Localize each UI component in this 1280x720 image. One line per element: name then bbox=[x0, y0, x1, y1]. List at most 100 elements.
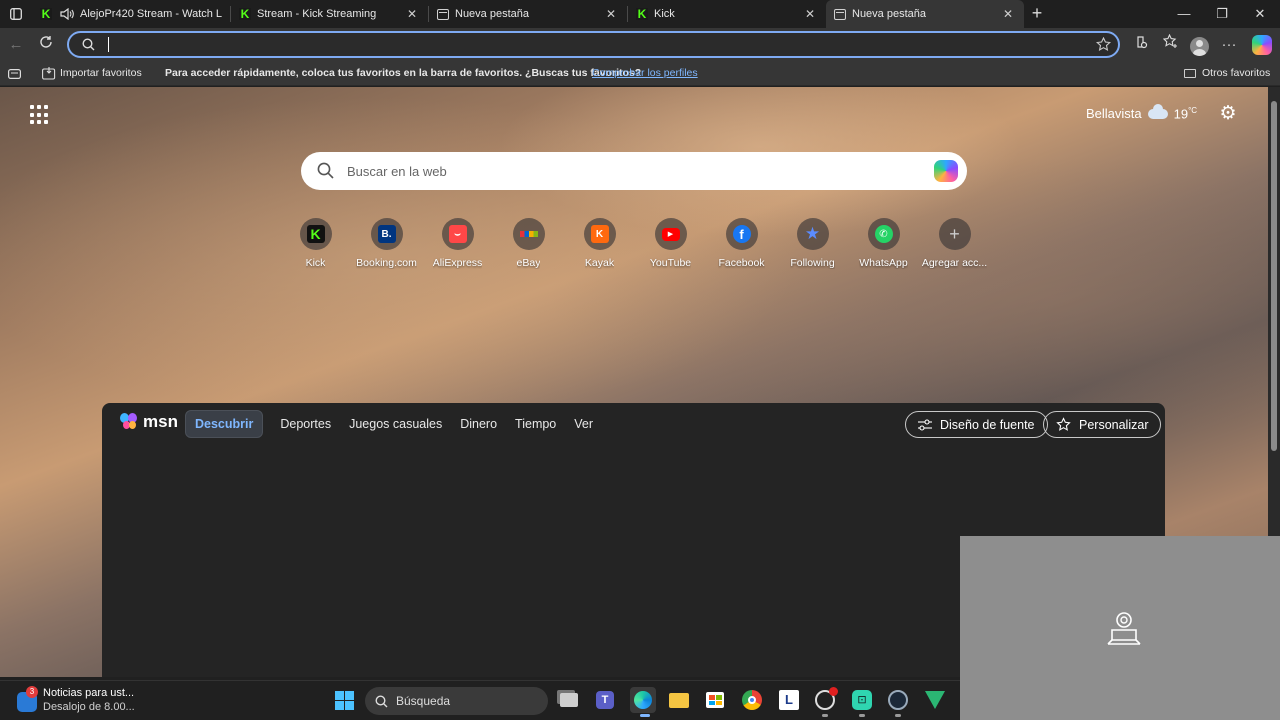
task-view-icon bbox=[560, 693, 578, 707]
apps-launcher-icon[interactable] bbox=[30, 105, 50, 125]
tab-title: Nueva pestaña bbox=[852, 8, 926, 20]
close-tab-icon[interactable]: ✕ bbox=[802, 7, 818, 21]
tab-3[interactable]: K Kick ✕ bbox=[628, 0, 826, 28]
profile-avatar[interactable] bbox=[1190, 37, 1209, 56]
weather-location: Bellavista bbox=[1086, 106, 1142, 122]
favorites-button[interactable] bbox=[1159, 33, 1181, 56]
tab-actions-button[interactable] bbox=[0, 0, 32, 28]
recording-app[interactable] bbox=[814, 687, 838, 711]
close-tab-icon[interactable]: ✕ bbox=[603, 7, 619, 21]
search-icon bbox=[317, 162, 334, 179]
favorites-bar-icon[interactable] bbox=[8, 69, 21, 79]
tab-2[interactable]: Nueva pestaña ✕ bbox=[429, 0, 627, 28]
taskbar-search[interactable]: Búsqueda bbox=[365, 687, 548, 715]
tab-4-active[interactable]: Nueva pestaña ✕ bbox=[826, 0, 1024, 28]
msn-tab-descubrir[interactable]: Descubrir bbox=[185, 410, 264, 438]
msn-tab-deportes[interactable]: Deportes bbox=[271, 411, 340, 437]
browser-toolbar: ← ··· bbox=[0, 28, 1280, 62]
tab-0[interactable]: K AlejoPr420 Stream - Watch L bbox=[32, 0, 230, 28]
import-favorites-link[interactable]: Importar favoritos bbox=[60, 67, 142, 79]
quicklink-kayak[interactable]: K Kayak bbox=[564, 218, 635, 269]
msn-logo[interactable]: msn bbox=[120, 412, 178, 432]
quicklink-booking[interactable]: B. Booking.com bbox=[351, 218, 422, 269]
file-explorer-app[interactable] bbox=[668, 689, 690, 711]
taskbar-search-label: Búsqueda bbox=[396, 694, 451, 708]
other-favorites-button[interactable]: Otros favoritos bbox=[1202, 67, 1270, 79]
maximize-button[interactable]: ❐ bbox=[1204, 0, 1240, 28]
web-search-box[interactable] bbox=[301, 152, 967, 190]
tab-1[interactable]: K Stream - Kick Streaming ✕ bbox=[231, 0, 428, 28]
personalize-label: Personalizar bbox=[1079, 417, 1149, 432]
quicklink-facebook[interactable]: f Facebook bbox=[706, 218, 777, 269]
scrollbar-thumb[interactable] bbox=[1271, 101, 1277, 451]
news-widget[interactable]: 3 Noticias para ust... Desalojo de 8.00.… bbox=[17, 686, 135, 713]
address-input[interactable] bbox=[107, 35, 1067, 54]
following-star-icon: ★ bbox=[796, 218, 829, 250]
more-options-button[interactable]: ··· bbox=[1218, 34, 1240, 56]
read-aloud-button[interactable] bbox=[1130, 34, 1152, 56]
edge-app[interactable] bbox=[630, 687, 656, 713]
vegas-app[interactable] bbox=[924, 689, 946, 711]
v-logo-icon bbox=[925, 691, 945, 709]
msn-tab-ver[interactable]: Ver bbox=[565, 411, 602, 437]
gaming-app[interactable]: ⊡ bbox=[851, 689, 873, 711]
webcam-overlay bbox=[960, 536, 1280, 720]
quicklink-whatsapp[interactable]: ✆ WhatsApp bbox=[848, 218, 919, 269]
steam-app[interactable] bbox=[887, 689, 909, 711]
font-design-button[interactable]: Diseño de fuente bbox=[905, 411, 1048, 438]
tab-title: Kick bbox=[654, 8, 675, 20]
start-button[interactable] bbox=[333, 689, 355, 711]
sliders-icon bbox=[918, 418, 932, 431]
teams-app[interactable]: T bbox=[594, 689, 616, 711]
teams-icon: T bbox=[596, 691, 614, 709]
copilot-button[interactable] bbox=[1252, 35, 1272, 55]
minimize-button[interactable]: — bbox=[1166, 0, 1202, 28]
settings-gear-icon[interactable]: ⚙ bbox=[1217, 103, 1239, 125]
web-search-input[interactable] bbox=[347, 161, 907, 181]
read-aloud-icon bbox=[1137, 36, 1148, 49]
tab-actions-icon bbox=[10, 8, 22, 20]
quicklink-youtube[interactable]: ▶ YouTube bbox=[635, 218, 706, 269]
task-view-button[interactable] bbox=[558, 689, 580, 711]
msn-tab-juegos[interactable]: Juegos casuales bbox=[340, 411, 451, 437]
news-subtitle: Desalojo de 8.00... bbox=[43, 701, 135, 713]
close-window-button[interactable]: ✕ bbox=[1242, 0, 1278, 28]
kayak-icon: K bbox=[583, 218, 616, 250]
running-indicator bbox=[822, 714, 828, 717]
back-button[interactable]: ← bbox=[5, 34, 27, 56]
chrome-app[interactable] bbox=[741, 689, 763, 711]
facebook-icon: f bbox=[725, 218, 758, 250]
new-tab-button[interactable]: + bbox=[1024, 0, 1050, 28]
quicklink-label: AliExpress bbox=[432, 257, 483, 269]
edge-active-indicator bbox=[640, 714, 650, 717]
close-tab-icon[interactable]: ✕ bbox=[404, 7, 420, 21]
kick-icon: K bbox=[40, 7, 52, 21]
weather-widget[interactable]: Bellavista 19°C bbox=[1086, 103, 1197, 122]
personalize-button[interactable]: Personalizar bbox=[1043, 411, 1162, 438]
quicklink-label: Kayak bbox=[584, 257, 615, 269]
quicklink-ebay[interactable]: eBay bbox=[493, 218, 564, 269]
newtab-icon bbox=[437, 8, 449, 20]
quicklink-kick[interactable]: K Kick bbox=[280, 218, 351, 269]
copilot-icon[interactable] bbox=[934, 160, 958, 182]
close-tab-icon[interactable]: ✕ bbox=[1000, 7, 1016, 21]
address-bar[interactable] bbox=[67, 31, 1120, 58]
running-indicator bbox=[895, 714, 901, 717]
favorites-message: Para acceder rápidamente, coloca tus fav… bbox=[165, 67, 642, 79]
l-app[interactable]: L bbox=[778, 689, 800, 711]
folder-icon bbox=[1184, 69, 1196, 78]
speaker-icon[interactable] bbox=[60, 8, 74, 20]
quicklink-label: YouTube bbox=[649, 257, 692, 269]
store-app[interactable] bbox=[704, 689, 726, 711]
quicklink-following[interactable]: ★ Following bbox=[777, 218, 848, 269]
quicklink-aliexpress[interactable]: ⌣ AliExpress bbox=[422, 218, 493, 269]
favorite-star-icon[interactable] bbox=[1096, 37, 1111, 52]
check-profiles-link[interactable]: Comprobar los perfiles bbox=[592, 67, 698, 79]
news-icon: 3 bbox=[17, 686, 38, 712]
refresh-button[interactable] bbox=[35, 34, 57, 56]
import-icon bbox=[42, 67, 56, 80]
quicklink-label: Following bbox=[790, 257, 835, 269]
msn-tab-dinero[interactable]: Dinero bbox=[451, 411, 506, 437]
msn-tab-tiempo[interactable]: Tiempo bbox=[506, 411, 565, 437]
add-shortcut-button[interactable]: + Agregar acc... bbox=[919, 218, 990, 269]
